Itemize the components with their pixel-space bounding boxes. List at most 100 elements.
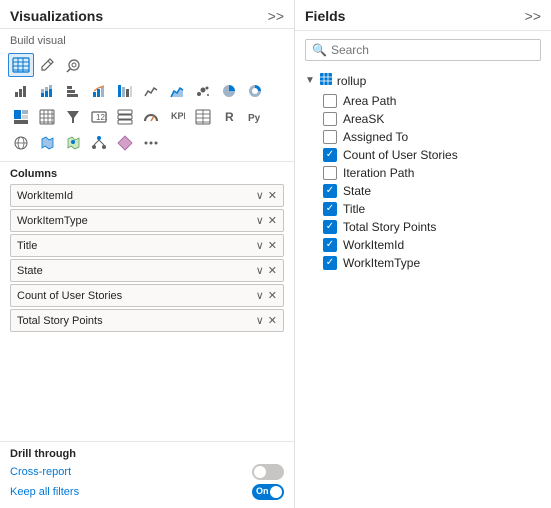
left-panel-header: Visualizations >> bbox=[0, 0, 294, 29]
column-item-label-count-userstories: Count of User Stories bbox=[17, 290, 256, 302]
viz-icon-decomp[interactable] bbox=[86, 131, 112, 155]
viz-icon-ribbon[interactable] bbox=[112, 79, 138, 103]
tree-item-workitemid[interactable]: WorkItemId bbox=[319, 236, 543, 254]
checkbox-workitemtype[interactable] bbox=[323, 256, 337, 270]
tree-item-label-workitemtype: WorkItemType bbox=[343, 256, 420, 270]
col-close-icon-total-storypoints[interactable]: ✕ bbox=[268, 314, 277, 327]
tree-item-label-count-userstories: Count of User Stories bbox=[343, 148, 458, 162]
tree-item-label-areapath: Area Path bbox=[343, 94, 396, 108]
column-item-count-userstories[interactable]: Count of User Stories ∨ ✕ bbox=[10, 284, 284, 307]
viz-icon-chart-search[interactable] bbox=[60, 53, 86, 77]
tree-item-iterationpath[interactable]: Iteration Path bbox=[319, 164, 543, 182]
checkbox-state[interactable] bbox=[323, 184, 337, 198]
viz-icon-azuremap[interactable] bbox=[60, 131, 86, 155]
viz-icon-hbar[interactable] bbox=[60, 79, 86, 103]
keep-filters-link[interactable]: Keep all filters bbox=[10, 486, 79, 498]
checkbox-totalstorypoints[interactable] bbox=[323, 220, 337, 234]
viz-icon-map[interactable] bbox=[8, 131, 34, 155]
col-chevron-icon-total-storypoints[interactable]: ∨ bbox=[256, 314, 264, 327]
tree-group-header-rollup[interactable]: ▼ rollup bbox=[303, 69, 543, 92]
col-close-icon-state[interactable]: ✕ bbox=[268, 264, 277, 277]
col-chevron-icon-state[interactable]: ∨ bbox=[256, 264, 264, 277]
tree-item-title[interactable]: Title bbox=[319, 200, 543, 218]
checkbox-title[interactable] bbox=[323, 202, 337, 216]
tree-item-workitemtype[interactable]: WorkItemType bbox=[319, 254, 543, 272]
tree-item-totalstorypoints[interactable]: Total Story Points bbox=[319, 218, 543, 236]
keep-filters-toggle-thumb bbox=[270, 486, 282, 498]
cross-report-toggle-thumb bbox=[254, 466, 266, 478]
viz-icon-gauge[interactable] bbox=[138, 105, 164, 129]
drill-section: Drill through Cross-report Off Keep all … bbox=[0, 441, 294, 508]
cross-report-link[interactable]: Cross-report bbox=[10, 466, 71, 478]
tree-item-areask[interactable]: AreaSK bbox=[319, 110, 543, 128]
column-item-workitemid[interactable]: WorkItemId ∨ ✕ bbox=[10, 184, 284, 207]
right-panel-expand-icon[interactable]: >> bbox=[525, 8, 541, 24]
viz-icon-kpi[interactable]: KPI bbox=[164, 105, 190, 129]
tree-item-label-workitemid: WorkItemId bbox=[343, 238, 404, 252]
tree-item-label-assignedto: Assigned To bbox=[343, 130, 408, 144]
viz-icon-area[interactable] bbox=[164, 79, 190, 103]
right-panel-header: Fields >> bbox=[295, 0, 551, 31]
cross-report-toggle[interactable]: Off bbox=[252, 464, 284, 480]
keep-filters-toggle[interactable]: On bbox=[252, 484, 284, 500]
col-chevron-icon-count-userstories[interactable]: ∨ bbox=[256, 289, 264, 302]
col-chevron-icon-workitemid[interactable]: ∨ bbox=[256, 189, 264, 202]
drill-section-label: Drill through bbox=[10, 448, 284, 460]
col-chevron-icon-title[interactable]: ∨ bbox=[256, 239, 264, 252]
viz-icons-section: 123 KPI bbox=[0, 51, 294, 162]
checkbox-workitemid[interactable] bbox=[323, 238, 337, 252]
checkbox-iterationpath[interactable] bbox=[323, 166, 337, 180]
viz-icon-line[interactable] bbox=[138, 79, 164, 103]
column-item-state[interactable]: State ∨ ✕ bbox=[10, 259, 284, 282]
tree-item-label-areask: AreaSK bbox=[343, 112, 384, 126]
column-item-icons-workitemtype: ∨ ✕ bbox=[256, 214, 277, 227]
viz-icon-bar[interactable] bbox=[8, 79, 34, 103]
cross-report-toggle-track[interactable]: Off bbox=[252, 464, 284, 480]
viz-icon-treemap[interactable] bbox=[8, 105, 34, 129]
tree-item-areapath[interactable]: Area Path bbox=[319, 92, 543, 110]
viz-icon-table2[interactable] bbox=[190, 105, 216, 129]
svg-text:Py: Py bbox=[248, 113, 261, 124]
viz-icon-table[interactable] bbox=[8, 53, 34, 77]
search-input[interactable] bbox=[331, 43, 534, 57]
checkbox-count-userstories[interactable] bbox=[323, 148, 337, 162]
tree-item-state[interactable]: State bbox=[319, 182, 543, 200]
tree-group-icon-rollup bbox=[319, 72, 333, 89]
viz-icon-matrix[interactable] bbox=[34, 105, 60, 129]
col-close-icon-count-userstories[interactable]: ✕ bbox=[268, 289, 277, 302]
viz-icon-card[interactable]: 123 bbox=[86, 105, 112, 129]
columns-section: Columns WorkItemId ∨ ✕ WorkItemType ∨ ✕ … bbox=[0, 162, 294, 441]
column-item-total-storypoints[interactable]: Total Story Points ∨ ✕ bbox=[10, 309, 284, 332]
tree-item-count-userstories[interactable]: Count of User Stories bbox=[319, 146, 543, 164]
viz-icon-combo[interactable] bbox=[86, 79, 112, 103]
viz-icon-fillmap[interactable] bbox=[34, 131, 60, 155]
cross-report-row: Cross-report Off bbox=[10, 464, 284, 480]
viz-icon-pie[interactable] bbox=[216, 79, 242, 103]
viz-icon-filter[interactable] bbox=[60, 105, 86, 129]
viz-icon-pen[interactable] bbox=[34, 53, 60, 77]
viz-icon-py[interactable]: Py bbox=[242, 105, 268, 129]
search-box[interactable]: 🔍 bbox=[305, 39, 541, 61]
column-item-workitemtype[interactable]: WorkItemType ∨ ✕ bbox=[10, 209, 284, 232]
checkbox-areask[interactable] bbox=[323, 112, 337, 126]
column-item-label-total-storypoints: Total Story Points bbox=[17, 315, 256, 327]
keep-filters-toggle-track[interactable]: On bbox=[252, 484, 284, 500]
col-chevron-icon-workitemtype[interactable]: ∨ bbox=[256, 214, 264, 227]
col-close-icon-workitemtype[interactable]: ✕ bbox=[268, 214, 277, 227]
checkbox-assignedto[interactable] bbox=[323, 130, 337, 144]
viz-icon-multirow[interactable] bbox=[112, 105, 138, 129]
col-close-icon-workitemid[interactable]: ✕ bbox=[268, 189, 277, 202]
column-item-title[interactable]: Title ∨ ✕ bbox=[10, 234, 284, 257]
col-close-icon-title[interactable]: ✕ bbox=[268, 239, 277, 252]
checkbox-areapath[interactable] bbox=[323, 94, 337, 108]
viz-icon-r[interactable]: R bbox=[216, 105, 242, 129]
left-panel-expand-icon[interactable]: >> bbox=[268, 8, 284, 24]
svg-text:R: R bbox=[225, 110, 234, 124]
viz-icon-donut[interactable] bbox=[242, 79, 268, 103]
viz-icon-scatter[interactable] bbox=[190, 79, 216, 103]
viz-icon-more[interactable] bbox=[138, 131, 164, 155]
viz-icon-diamond[interactable] bbox=[112, 131, 138, 155]
tree-item-assignedto[interactable]: Assigned To bbox=[319, 128, 543, 146]
tree-arrow-rollup: ▼ bbox=[305, 75, 315, 86]
viz-icon-stacked-bar[interactable] bbox=[34, 79, 60, 103]
